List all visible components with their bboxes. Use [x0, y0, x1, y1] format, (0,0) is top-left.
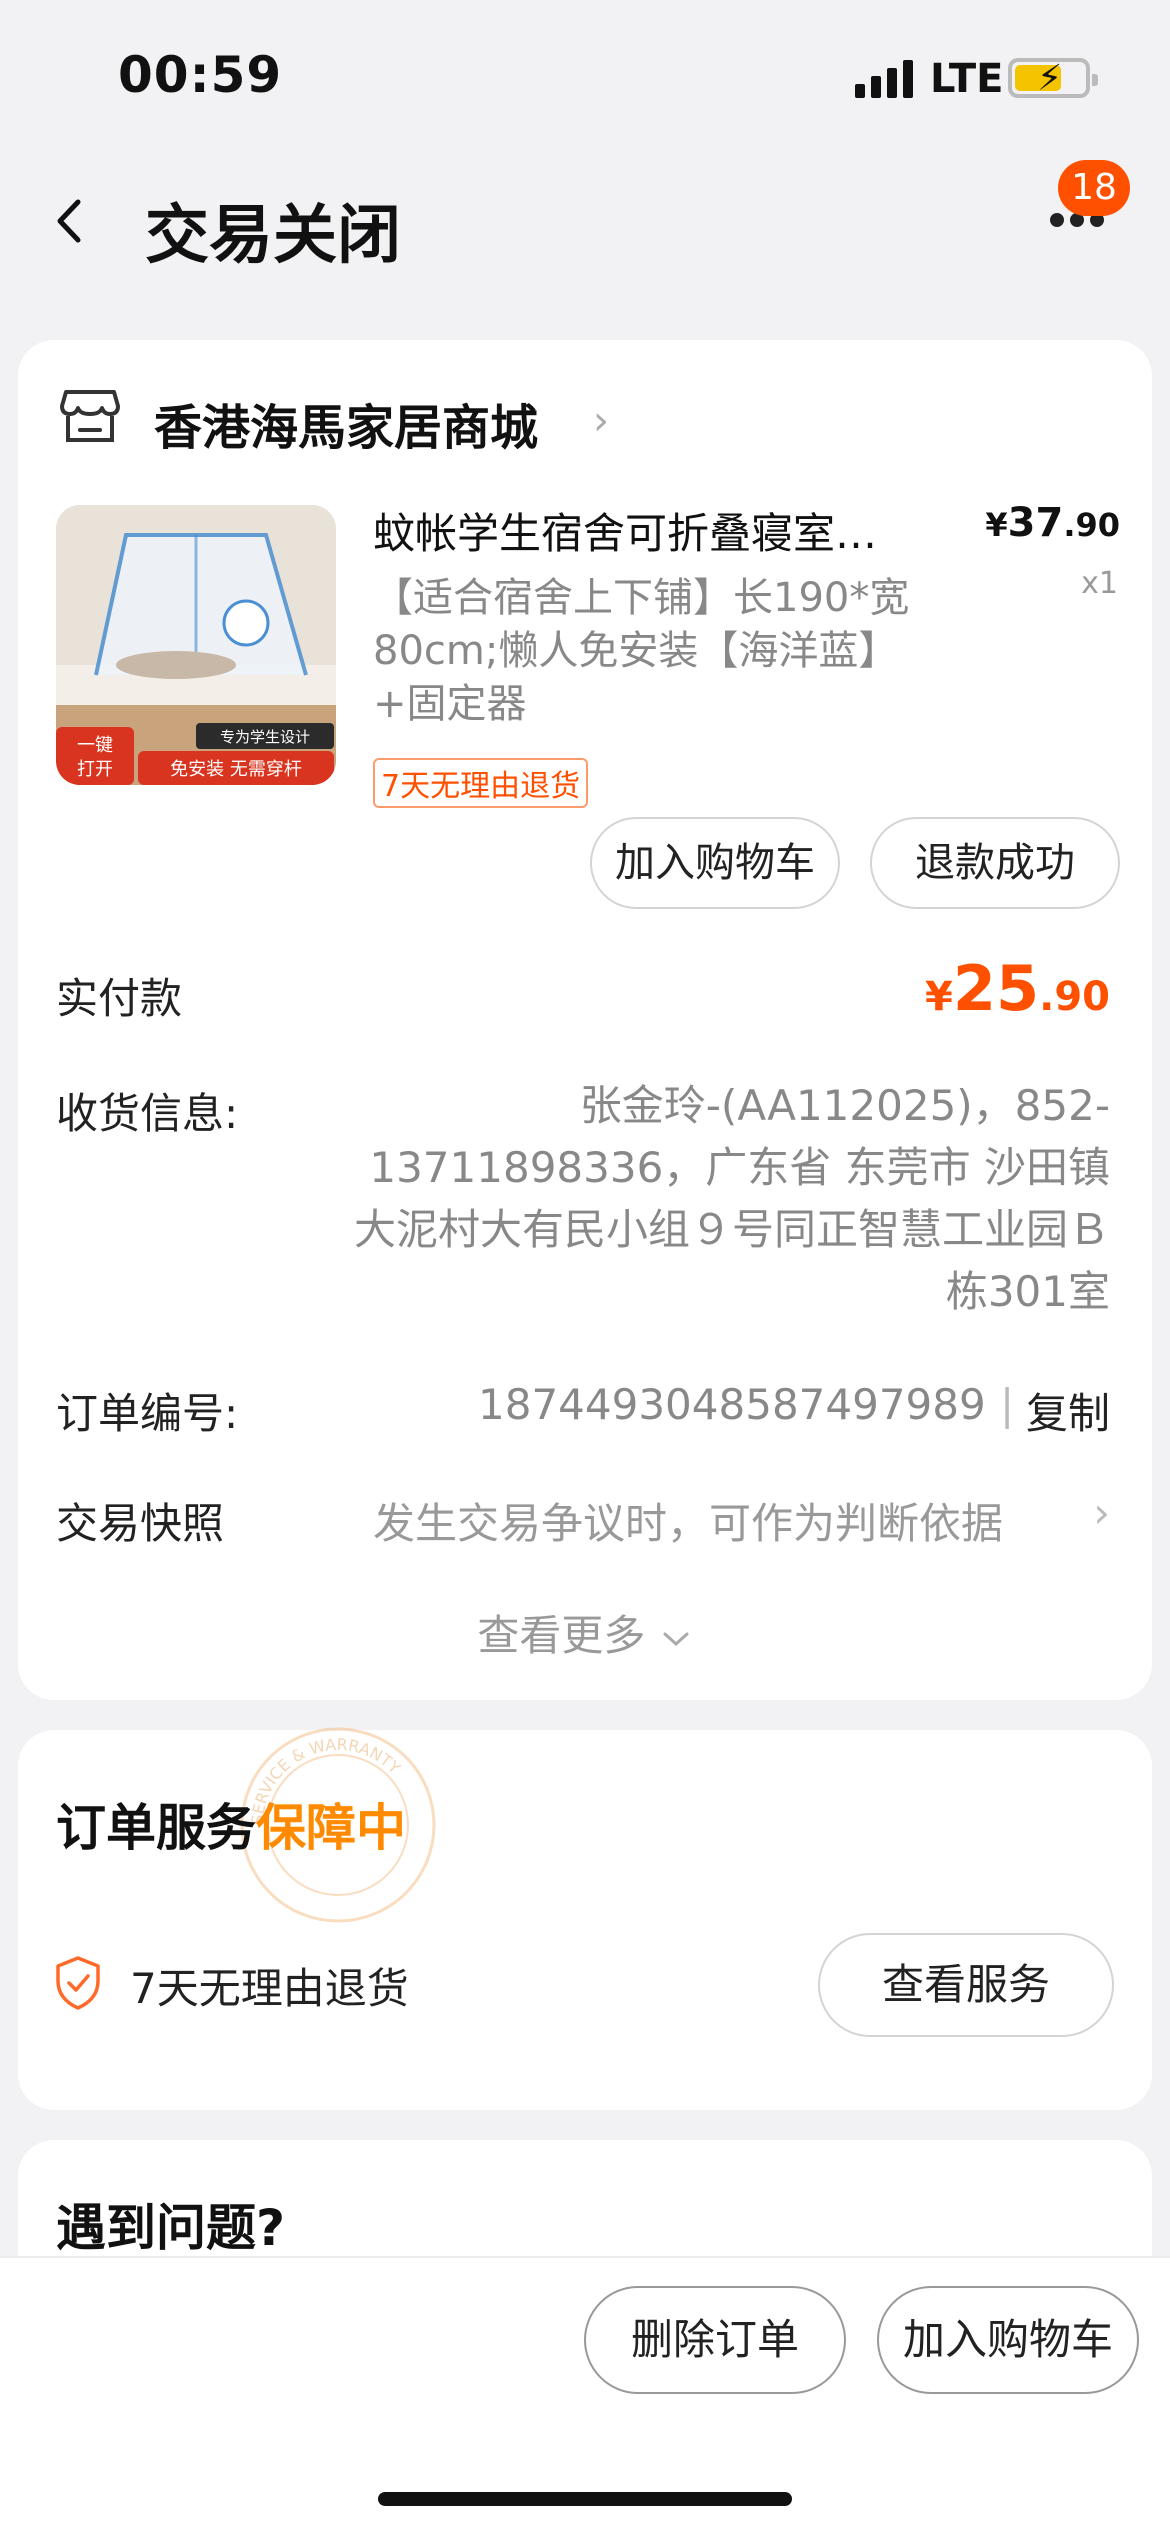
view-service-button[interactable]: 查看服务 — [818, 1933, 1114, 2037]
return-policy-tag: 7天无理由退货 — [373, 758, 589, 808]
help-title: 遇到问题? — [56, 2199, 286, 2257]
chevron-down-icon — [663, 1632, 689, 1646]
delete-order-button[interactable]: 删除订单 — [584, 2286, 846, 2394]
battery-icon: ⚡ — [1008, 58, 1098, 99]
product-quantity: x1 — [1081, 566, 1118, 601]
service-title: 订单服务保障中 — [56, 1799, 406, 1857]
view-more-label: 查看更多 — [477, 1611, 646, 1660]
chevron-right-icon[interactable]: › — [593, 398, 609, 444]
status-bar: 00:59 LTE ⚡ — [0, 0, 1170, 150]
order-number-value: 1874493048587497989 — [478, 1380, 986, 1429]
service-status-highlight: 保障中 — [256, 1799, 406, 1857]
status-time: 00:59 — [118, 46, 283, 104]
shipping-info-label: 收货信息: — [56, 1089, 239, 1138]
order-service-card: SERVICE & WARRANTY 订单服务保障中 7天无理由退货 查看服务 — [18, 1727, 1152, 2110]
product-spec: 【适合宿舍上下铺】长190*宽80cm;懒人免安装【海洋蓝】+固定器 — [373, 575, 910, 727]
refund-status-button[interactable]: 退款成功 — [870, 817, 1120, 909]
signal-icon — [855, 60, 913, 98]
promo-text-3: 专为学生设计 — [220, 728, 310, 746]
copy-order-number-button[interactable]: 复制 — [1026, 1380, 1110, 1441]
order-number-label: 订单编号: — [56, 1389, 239, 1438]
product-image[interactable]: 一键 打开 免安装 无需穿杆 专为学生设计 — [56, 505, 336, 785]
bottom-action-bar: 删除订单 加入购物车 — [0, 2256, 1170, 2532]
shipping-info-value: 张金玲-(AA112025)，852-13711898336，广东省 东莞市 沙… — [353, 1081, 1110, 1316]
promo-text-2: 免安装 无需穿杆 — [170, 759, 302, 780]
network-type: LTE — [930, 56, 1004, 102]
shield-check-icon — [56, 1956, 100, 2010]
paid-amount-label: 实付款 — [56, 974, 183, 1023]
message-count-badge: 18 — [1058, 160, 1130, 216]
trade-snapshot-hint[interactable]: 发生交易争议时，可作为判断依据 — [373, 1490, 1003, 1551]
order-card: 香港海馬家居商城 › 一键 打开 免安装 无需穿杆 专为学生设计 蚊帐学生宿舍可… — [18, 340, 1152, 1700]
trade-snapshot-label[interactable]: 交易快照 — [56, 1490, 224, 1551]
back-arrow-icon[interactable] — [50, 196, 90, 246]
nav-header: 交易关闭 18 — [0, 150, 1170, 300]
home-indicator[interactable] — [378, 2492, 792, 2506]
add-to-cart-button[interactable]: 加入购物车 — [590, 817, 840, 909]
paid-amount-value: ¥25.90 — [925, 952, 1110, 1025]
view-more-button[interactable]: 查看更多 — [18, 1602, 1152, 1663]
shop-name[interactable]: 香港海馬家居商城 — [154, 388, 538, 458]
page-title: 交易关闭 — [145, 199, 401, 273]
promo-text-1: 一键 — [77, 735, 113, 756]
svg-text:打开: 打开 — [77, 759, 113, 780]
product-price: ¥37.90 — [985, 500, 1120, 546]
order-number-divider: | — [1000, 1380, 1015, 1429]
chevron-right-icon[interactable]: › — [1093, 1488, 1110, 1537]
store-icon — [60, 390, 120, 442]
product-title[interactable]: 蚊帐学生宿舍可折叠寝室… — [373, 500, 933, 561]
service-item-label: 7天无理由退货 — [130, 1964, 409, 2013]
bottom-add-to-cart-button[interactable]: 加入购物车 — [877, 2286, 1139, 2394]
